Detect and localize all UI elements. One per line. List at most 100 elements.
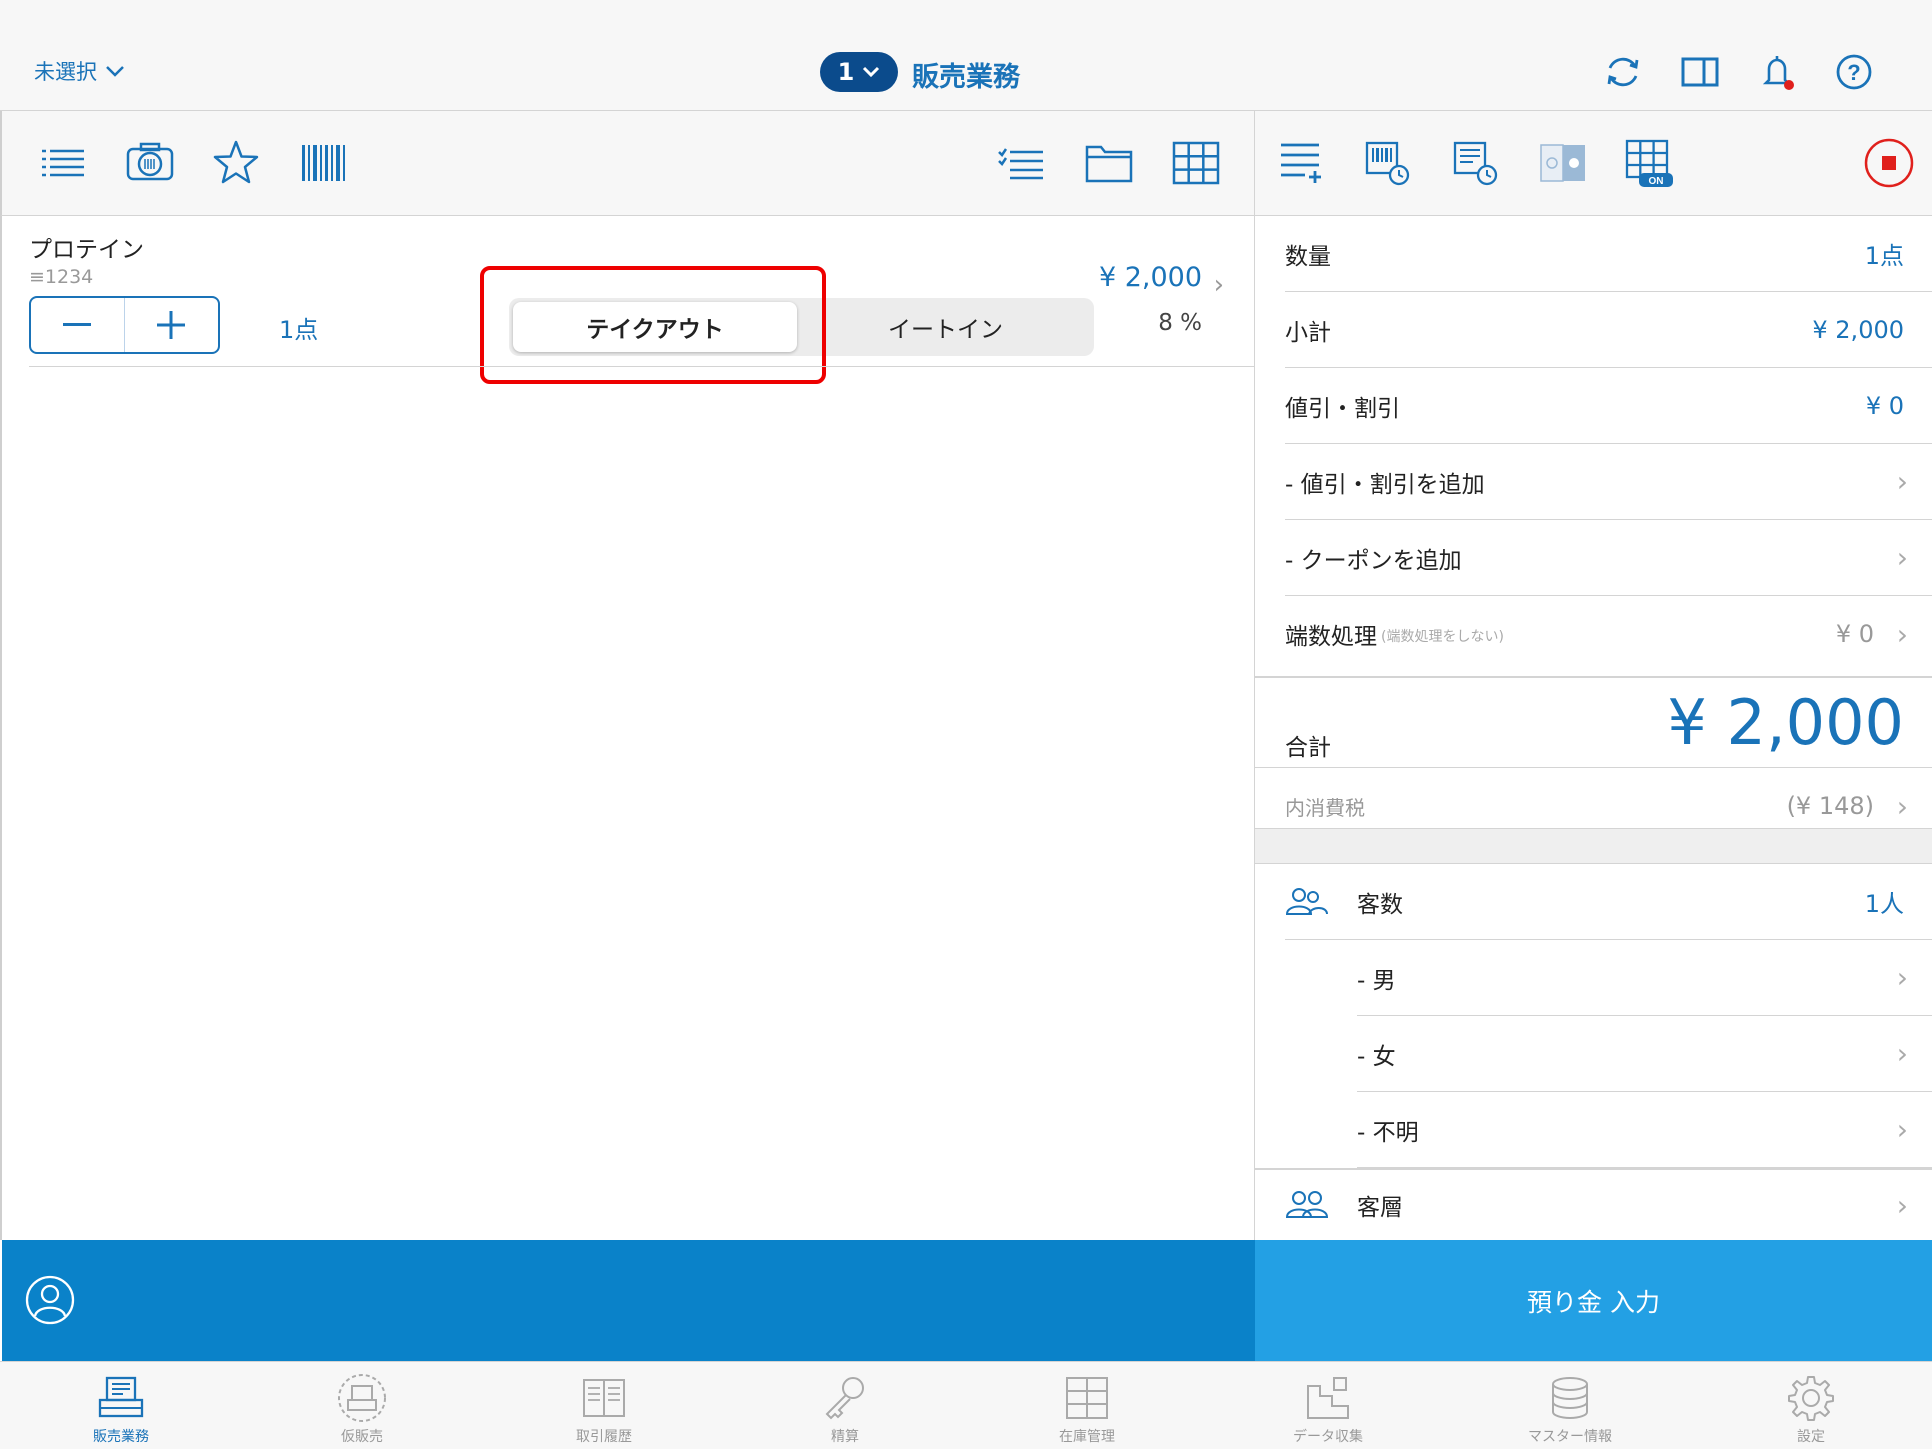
divider [29,366,1257,367]
customer-count-row: 客数 1人 [1285,864,1932,940]
tab-master-data[interactable]: マスター情報 [1449,1362,1691,1450]
rounding-label: 端数処理 [1285,624,1377,650]
item-tax-rate: 8 % [1158,310,1202,336]
rounding-row[interactable]: 端数処理 (端数処理をしない) ¥ 0 › [1285,596,1932,672]
male-label: - 男 [1357,967,1396,994]
chevron-right-icon: › [1896,789,1908,823]
unknown-row[interactable]: - 不明 › [1357,1092,1932,1168]
tab-label: 販売業務 [93,1429,149,1445]
discount-label: 値引・割引 [1285,395,1400,422]
help-icon[interactable]: ? [1834,52,1874,92]
tab-sales[interactable]: 販売業務 [0,1362,242,1450]
tab-label: 設定 [1797,1429,1825,1445]
tab-label: 仮販売 [341,1429,383,1445]
list-icon[interactable] [38,137,90,189]
stop-icon[interactable] [1863,137,1915,189]
grid-icon[interactable] [1170,137,1222,189]
tab-bar: 販売業務 仮販売 取引履歴 精算 在庫管理 データ収集 マスター情報 設定 [0,1361,1932,1449]
customer-segment-icon [1285,1191,1329,1218]
book-icon [583,1379,625,1417]
chevron-right-icon: › [1896,1188,1908,1222]
register-number: 1 [837,58,855,86]
customer-count-value: 1人 [1864,890,1904,918]
tab-label: 精算 [831,1429,859,1445]
customer-bar [2,1240,1255,1361]
item-name: プロテイン [29,237,144,263]
summary-panel: 数量 1点 小計 ¥ 2,000 値引・割引 ¥ 0 - 値引・割引を追加 › … [1255,216,1932,1240]
key-icon [825,1377,864,1420]
decrement-button[interactable] [31,298,125,352]
plus-icon [157,311,186,339]
bell-icon[interactable] [1757,52,1797,92]
staff-selector[interactable]: 未選択 [34,56,125,86]
tab-data-collection[interactable]: データ収集 [1207,1362,1449,1450]
tab-settlement[interactable]: 精算 [724,1362,966,1450]
cart-list: プロテイン ≡1234 1点 テイクアウト イートイン ¥ 2,000 › 8 … [0,216,1257,1240]
tax-label: 内消費税 [1285,795,1365,820]
add-coupon-row[interactable]: - クーポンを追加 › [1285,520,1932,596]
quantity-row: 数量 1点 [1285,216,1932,292]
data-collection-icon [1307,1377,1349,1419]
staff-selector-label: 未選択 [34,60,97,84]
camera-scan-icon[interactable] [124,137,176,189]
eatin-option[interactable]: イートイン [801,302,1090,352]
barcode-history-icon[interactable] [1363,137,1415,189]
chevron-right-icon[interactable]: › [1214,270,1224,300]
male-row[interactable]: - 男 › [1357,940,1932,1016]
user-icon[interactable] [24,1274,76,1326]
add-discount-row[interactable]: - 値引・割引を追加 › [1285,444,1932,520]
folder-icon[interactable] [1083,137,1135,189]
item-quantity: 1点 [279,316,319,344]
quantity-value: 1点 [1864,242,1904,270]
register-selector[interactable]: 1 [820,52,898,92]
split-view-icon[interactable] [1680,52,1720,92]
header-bar: 未選択 1 販売業務 ? [0,0,1932,111]
temporary-sale-icon [338,1374,386,1422]
subtotal-value: ¥ 2,000 [1812,315,1904,344]
add-coupon-label: - クーポンを追加 [1285,547,1462,574]
grid-on-icon[interactable]: ON [1623,137,1675,189]
female-row[interactable]: - 女 › [1357,1016,1932,1092]
section-separator [1255,828,1932,864]
gear-icon [1788,1376,1834,1421]
subtotal-row: 小計 ¥ 2,000 [1285,292,1932,368]
svg-text:ON: ON [1649,176,1664,187]
customer-count-label: 客数 [1357,891,1403,918]
chevron-down-icon [863,66,880,78]
total-label: 合計 [1285,735,1331,761]
add-discount-label: - 値引・割引を追加 [1285,471,1485,498]
tab-label: 取引履歴 [576,1429,632,1445]
quantity-label: 数量 [1285,243,1331,270]
chevron-right-icon: › [1896,465,1908,498]
tab-history[interactable]: 取引履歴 [483,1362,725,1450]
discount-value: ¥ 0 [1865,391,1904,420]
list-history-icon[interactable] [1451,137,1503,189]
discount-row: 値引・割引 ¥ 0 [1285,368,1932,444]
tab-settings[interactable]: 設定 [1690,1362,1932,1450]
tab-label: マスター情報 [1528,1429,1612,1445]
register-icon [98,1376,144,1418]
deposit-input-button[interactable]: 預り金 入力 [1255,1240,1932,1361]
tab-label: データ収集 [1293,1429,1363,1445]
rounding-value: ¥ 0 [1835,620,1874,648]
barcode-icon[interactable] [297,137,349,189]
increment-button[interactable] [125,298,219,352]
item-price: ¥ 2,000 [1098,262,1202,293]
chevron-right-icon: › [1896,1113,1908,1146]
checklist-icon[interactable] [995,137,1047,189]
minus-icon [63,323,92,326]
item-code: ≡1234 [29,266,94,288]
chevron-right-icon: › [1896,541,1908,574]
item-toolbar [0,111,1255,216]
chevron-right-icon: › [1896,1037,1908,1070]
sync-icon[interactable] [1603,52,1643,92]
tab-inventory[interactable]: 在庫管理 [966,1362,1208,1450]
customer-segment-row[interactable]: 客層 › [1255,1168,1932,1240]
toggle-mode-icon[interactable] [1537,137,1589,189]
chevron-down-icon [106,66,124,77]
rounding-sublabel: (端数処理をしない) [1381,629,1504,645]
tab-temporary-sale[interactable]: 仮販売 [241,1362,483,1450]
star-icon[interactable] [210,137,262,189]
quantity-stepper [29,296,220,354]
add-line-icon[interactable] [1277,137,1329,189]
